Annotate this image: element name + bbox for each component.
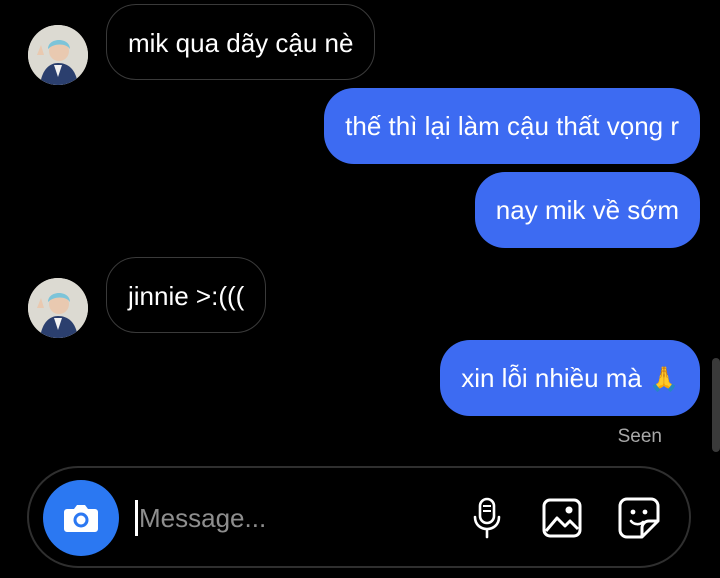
- message-bubble-incoming[interactable]: mik qua dãy cậu nè: [106, 4, 376, 80]
- message-text: jinnie >:(((: [128, 281, 245, 311]
- camera-button[interactable]: [43, 480, 119, 556]
- avatar[interactable]: [28, 25, 88, 85]
- message-bubble-incoming[interactable]: jinnie >:(((: [106, 257, 267, 333]
- sticker-icon: [618, 497, 660, 539]
- message-bubble-outgoing[interactable]: thế thì lại làm cậu thất vọng r: [324, 88, 700, 164]
- sticker-button[interactable]: [617, 496, 661, 540]
- gallery-icon: [542, 498, 582, 538]
- message-bubble-outgoing[interactable]: nay mik về sớm: [474, 172, 700, 248]
- message-bubble-outgoing[interactable]: xin lỗi nhiều mà 🙏: [440, 340, 700, 416]
- seen-label: Seen: [617, 426, 662, 447]
- avatar[interactable]: [28, 278, 88, 338]
- message-text: mik qua dãy cậu nè: [128, 28, 354, 58]
- text-caret: [135, 500, 138, 536]
- camera-icon: [64, 505, 98, 532]
- message-input[interactable]: [139, 496, 439, 540]
- scrollbar-thumb[interactable]: [712, 358, 720, 452]
- message-composer: [27, 466, 691, 568]
- pray-emoji: 🙏: [649, 366, 679, 393]
- gallery-button[interactable]: [540, 496, 584, 540]
- message-text: nay mik về sớm: [495, 195, 679, 225]
- message-text: thế thì lại làm cậu thất vọng r: [345, 111, 679, 141]
- microphone-icon: [473, 497, 501, 539]
- microphone-button[interactable]: [465, 496, 509, 540]
- message-text: xin lỗi nhiều mà: [461, 363, 642, 393]
